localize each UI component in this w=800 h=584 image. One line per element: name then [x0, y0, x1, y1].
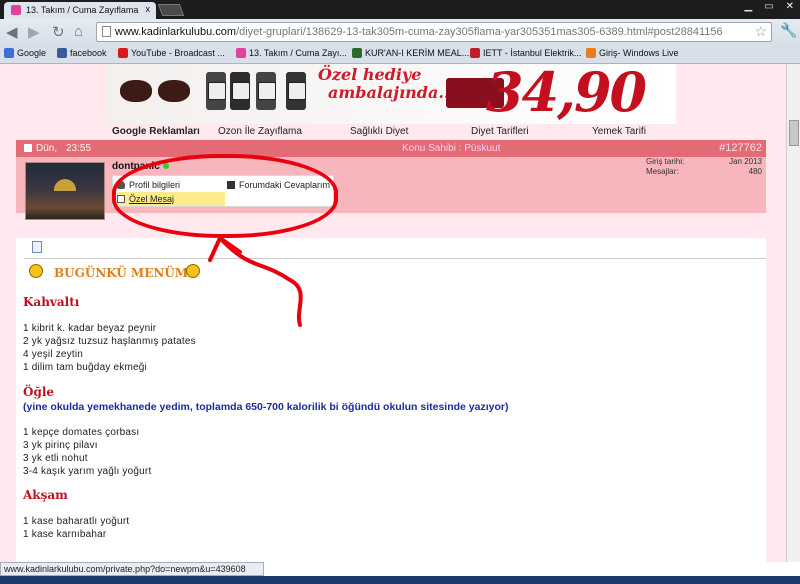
breakfast-item: 1 dilim tam buğday ekmeği	[23, 362, 147, 373]
lunch-item: 1 kepçe domates çorbası	[23, 427, 140, 438]
breakfast-title: Kahvaltı	[23, 295, 80, 309]
bookmark-star-icon[interactable]: ☆	[754, 23, 767, 40]
posts-label: Mesajlar:	[646, 167, 679, 176]
site-favicon-icon	[11, 5, 21, 15]
vertical-scrollbar[interactable]	[786, 64, 800, 562]
browser-toolbar: ◀ ▶ ↻ ⌂ www.kadinlarkulubu.com/diyet-gru…	[0, 19, 800, 45]
bookmark-facebook[interactable]: facebook	[57, 48, 107, 58]
scrollbar-thumb[interactable]	[789, 120, 799, 146]
minimize-icon[interactable]: ▁	[744, 1, 752, 12]
site-favicon-icon	[236, 48, 246, 58]
tab-title: 13. Takım / Cuma Zayıflama	[26, 5, 139, 15]
red-annotation-arrow	[208, 236, 303, 327]
wrench-menu-icon[interactable]: 🔧	[780, 22, 797, 39]
join-date-label: Giriş tarihi:	[646, 157, 685, 166]
red-annotation-circle	[112, 154, 338, 238]
breakfast-item: 1 kibrit k. kadar beyaz peynir	[23, 323, 157, 334]
window-controls: ▁ ▭ ✕	[744, 1, 794, 12]
ad-link-yemek-tarifi[interactable]: Yemek Tarifi	[592, 126, 646, 137]
lunch-item: 3 yk etli nohut	[23, 453, 88, 464]
smiley-icon	[29, 264, 43, 278]
windows-live-icon	[586, 48, 596, 58]
tab-bar: 13. Takım / Cuma Zayıflama x ▁ ▭ ✕	[0, 0, 800, 19]
dinner-item: 1 kase karnıbahar	[23, 529, 107, 540]
bookmark-youtube[interactable]: YouTube - Broadcast ...	[118, 48, 225, 58]
google-icon	[4, 48, 14, 58]
document-icon	[32, 241, 42, 253]
posts-value: 480	[748, 167, 762, 176]
ad-link-saglikli-diyet[interactable]: Sağlıklı Diyet	[350, 126, 408, 137]
lunch-note: (yine okulda yemekhanede yedim, toplamda…	[23, 401, 509, 413]
post-body: BUGÜNKÜ MENÜM Kahvaltı 1 kibrit k. kadar…	[16, 238, 766, 562]
post-time: 23:55	[66, 143, 92, 154]
watch-image	[206, 72, 226, 110]
close-window-icon[interactable]: ✕	[786, 1, 794, 12]
sunglasses-image	[116, 72, 196, 106]
avatar[interactable]	[25, 162, 105, 220]
address-bar[interactable]: www.kadinlarkulubu.com/diyet-gruplari/13…	[96, 22, 772, 42]
user-stats: Giriş tarihi: Jan 2013 Mesajlar: 480	[646, 157, 762, 177]
page-content: Özel hediye ambalajında.. 34,90 TL Googl…	[0, 64, 786, 562]
home-icon[interactable]: ⌂	[74, 23, 83, 40]
iett-icon	[470, 48, 480, 58]
post-header: Dün, 23:55 Konu Sahibi : Püskuut #127762	[16, 140, 766, 157]
menu-title: BUGÜNKÜ MENÜM	[54, 266, 189, 280]
url-host: www.kadinlarkulubu.com	[115, 26, 237, 38]
maximize-icon[interactable]: ▭	[764, 1, 773, 12]
ad-link-ozon[interactable]: Ozon İle Zayıflama	[218, 126, 302, 137]
breakfast-item: 4 yeşil zeytin	[23, 349, 84, 360]
reload-icon[interactable]: ↻	[52, 23, 65, 41]
banner-promo-line1: Özel hediye	[318, 65, 422, 84]
url-path: /diyet-gruplari/138629-13-tak305m-cuma-z…	[236, 26, 723, 38]
tab-close-icon[interactable]: x	[146, 4, 151, 14]
ad-banner[interactable]: Özel hediye ambalajında.. 34,90 TL	[106, 64, 676, 124]
kuran-icon	[352, 48, 362, 58]
new-tab-button[interactable]	[157, 4, 185, 16]
back-icon[interactable]: ◀	[6, 23, 18, 41]
lunch-title: Öğle	[23, 385, 55, 399]
watch-image	[256, 72, 276, 110]
ad-links: Google Reklamları Ozon İle Zayıflama Sağ…	[106, 126, 676, 138]
bookmark-takim[interactable]: 13. Takım / Cuma Zayı...	[236, 48, 347, 58]
bookmark-iett[interactable]: IETT - İstanbul Elektrik...	[470, 48, 581, 58]
forward-icon[interactable]: ▶	[28, 23, 40, 41]
youtube-icon	[118, 48, 128, 58]
status-bar: www.kadinlarkulubu.com/private.php?do=ne…	[0, 562, 264, 576]
join-date-value: Jan 2013	[729, 157, 762, 166]
watch-image	[286, 72, 306, 110]
dinner-title: Akşam	[23, 488, 68, 502]
smiley-icon	[186, 264, 200, 278]
banner-price: 34,90 TL	[486, 64, 647, 124]
dinner-item: 1 kase baharatlı yoğurt	[23, 516, 130, 527]
thread-owner: Konu Sahibi : Püskuut	[402, 143, 501, 154]
lunch-item: 3 yk pirinç pilavı	[23, 440, 98, 451]
bookmarks-bar: Google facebook YouTube - Broadcast ... …	[0, 45, 800, 64]
divider	[24, 258, 766, 259]
watch-image	[230, 72, 250, 110]
facebook-icon	[57, 48, 67, 58]
post-date: Dün,	[36, 143, 58, 154]
breakfast-item: 2 yk yağsız tuzsuz haşlanmış patates	[23, 336, 196, 347]
active-tab[interactable]: 13. Takım / Cuma Zayıflama x	[4, 2, 156, 19]
banner-promo-line2: ambalajında..	[328, 83, 450, 102]
taskbar	[0, 576, 800, 584]
page-icon	[102, 26, 111, 37]
post-number-link[interactable]: #127762	[719, 142, 762, 154]
lunch-item: 3-4 kaşık yarım yağlı yoğurt	[23, 466, 152, 477]
bookmark-kuran[interactable]: KUR'AN-I KERİM MEAL...	[352, 48, 469, 58]
banner-promo: Özel hediye ambalajında..	[318, 66, 450, 102]
bookmark-windows-live[interactable]: Giriş- Windows Live	[586, 48, 679, 58]
bookmark-google[interactable]: Google	[4, 48, 46, 58]
dome-image	[54, 179, 76, 191]
ad-link-diyet-tarifleri[interactable]: Diyet Tarifleri	[471, 126, 529, 137]
google-ads-label[interactable]: Google Reklamları	[112, 126, 200, 137]
post-icon	[24, 144, 32, 152]
